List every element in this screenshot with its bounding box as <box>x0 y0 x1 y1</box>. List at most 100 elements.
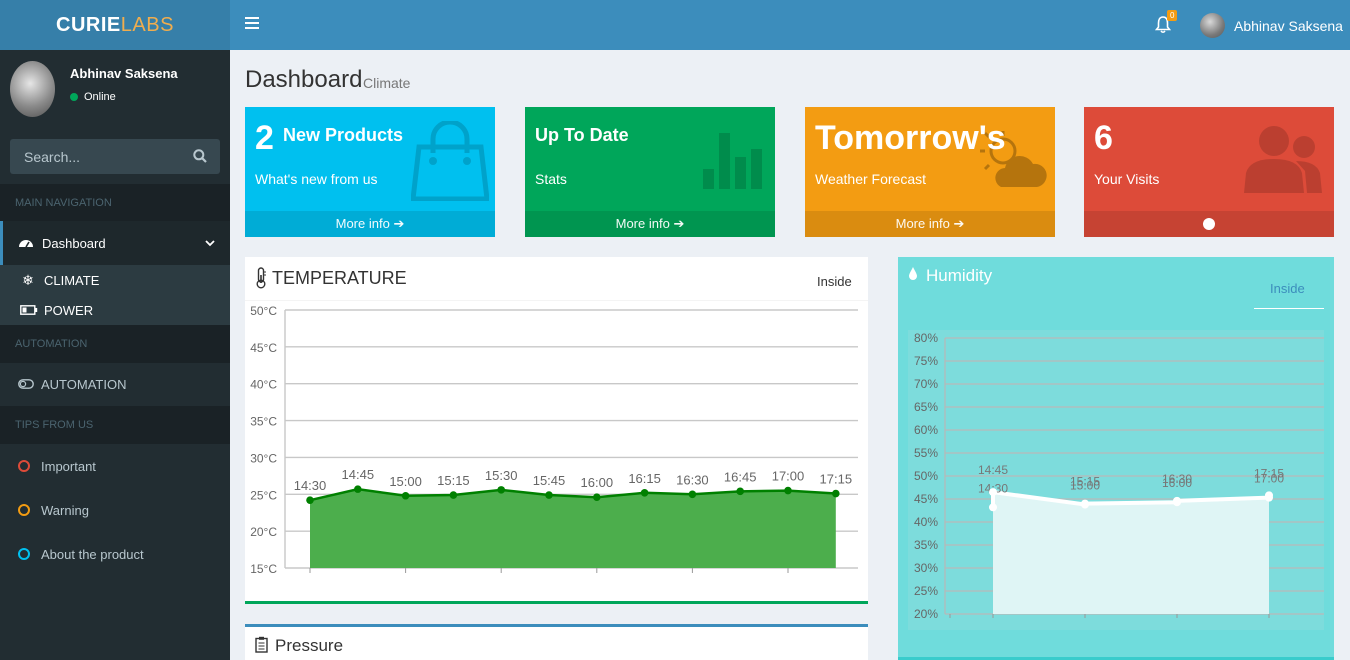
more-info-link[interactable]: More info ➔ <box>805 211 1055 237</box>
arrow-circle-right-icon: ➔ <box>673 216 685 231</box>
y-tick-label: 35% <box>914 538 938 552</box>
y-tick-label: 30% <box>914 561 938 575</box>
data-point <box>989 488 997 497</box>
y-tick-label: 20°C <box>250 525 277 539</box>
data-point <box>545 491 553 499</box>
temperature-chart: 50°C 45°C 40°C 35°C 30°C 25°C 20°C 15°C 14:30 14:… <box>250 304 858 576</box>
data-label: 14:45 <box>342 467 375 482</box>
info-box-title: New Products <box>283 125 404 145</box>
y-tick-label: 75% <box>914 354 938 368</box>
data-point <box>593 493 601 502</box>
circle-icon <box>1203 217 1215 230</box>
y-tick-label: 25°C <box>250 488 277 502</box>
circle-icon <box>18 460 30 472</box>
chevron-down-icon[interactable] <box>205 239 215 247</box>
brand-logo-part1: CURIE <box>56 13 121 36</box>
pressure-card: Pressure <box>245 624 868 660</box>
bar-chart-icon <box>703 133 762 189</box>
sidebar-item-label: AUTOMATION <box>41 376 127 392</box>
data-label: 16:00 <box>581 475 614 490</box>
sidebar-item-important[interactable]: Important <box>0 444 230 488</box>
data-point <box>640 489 649 497</box>
circle-icon <box>18 504 30 516</box>
section-header-automation: AUTOMATION <box>0 325 230 363</box>
toggle-off-icon <box>18 379 34 389</box>
sidebar-item-warning[interactable]: Warning <box>0 488 230 532</box>
humidity-card: Humidity Inside 80% 75% 70% 65% 60% 55% 50% 45%… <box>898 257 1334 660</box>
temperature-area <box>310 489 836 568</box>
brand-logo[interactable]: CURIE LABS <box>0 0 230 50</box>
section-header-main: MAIN NAVIGATION <box>0 184 230 222</box>
data-label: 16:15 <box>628 471 661 486</box>
humidity-chart: 80% 75% 70% 65% 60% 55% 50% 45% 40% 35% 30% 25% 20% 1… <box>914 331 1324 621</box>
y-tick-label: 40% <box>914 515 938 529</box>
info-box-footer <box>1084 211 1334 237</box>
data-label: 16:45 <box>724 469 757 484</box>
y-tick-label: 45°C <box>250 341 277 355</box>
arrow-circle-right-icon: ➔ <box>953 216 965 231</box>
info-box-number: 6 <box>1094 119 1113 157</box>
search-icon[interactable] <box>193 149 207 163</box>
online-dot-icon <box>70 93 78 101</box>
data-label: 15:45 <box>533 473 566 488</box>
data-label: 15:15 <box>437 473 470 488</box>
user-status-label: Online <box>84 91 116 103</box>
data-point <box>449 491 458 499</box>
clipboard-icon <box>255 636 268 653</box>
more-info-label: More info <box>335 216 390 231</box>
y-tick-label: 30°C <box>250 451 277 465</box>
info-box-desc: Weather Forecast <box>815 171 927 187</box>
data-point <box>401 491 410 500</box>
data-label: 15:00 <box>389 474 422 489</box>
info-box-visits: 6 Your Visits <box>1084 107 1334 237</box>
sidebar-item-label: Important <box>41 458 96 474</box>
data-point <box>1173 496 1181 505</box>
data-label: 17:15 <box>1254 466 1284 480</box>
search-input[interactable] <box>10 139 180 174</box>
humidity-area <box>993 492 1269 614</box>
data-label: 14:45 <box>978 463 1008 477</box>
user-menu[interactable]: Abhinav Saksena <box>1200 13 1343 38</box>
more-info-link[interactable]: More info ➔ <box>525 211 775 237</box>
temperature-card: TEMPERATURE Inside 50°C 45°C 40°C 35°C 30°C 2… <box>245 257 868 604</box>
data-label: 17:00 <box>772 469 805 484</box>
sidebar-item-climate[interactable]: ❄ CLIMATE <box>0 265 230 295</box>
notification-count-badge: 0 <box>1167 10 1178 21</box>
sidebar-item-label: Dashboard <box>42 235 106 251</box>
data-point <box>832 489 840 498</box>
data-point <box>736 487 744 496</box>
sidebar: Abhinav Saksena Online MAIN NAVIGATION D… <box>0 50 230 660</box>
battery-icon <box>20 305 38 315</box>
info-box-desc: What's new from us <box>255 171 378 187</box>
info-box-up-to-date: Up To Date Stats More info ➔ <box>525 107 775 237</box>
card-bottom-accent <box>245 601 868 604</box>
y-tick-label: 70% <box>914 377 938 391</box>
info-box-title: Up To Date <box>535 125 629 145</box>
y-tick-label: 60% <box>914 423 938 437</box>
y-tick-label: 45% <box>914 492 938 506</box>
y-tick-label: 80% <box>914 331 938 345</box>
data-point <box>1265 491 1273 500</box>
sidebar-item-power[interactable]: POWER <box>0 295 230 325</box>
sidebar-item-dashboard[interactable]: Dashboard <box>0 221 230 265</box>
data-label: 15:30 <box>485 468 518 483</box>
data-label: 16:30 <box>1162 472 1192 486</box>
dashboard-gauge-icon <box>19 240 33 248</box>
data-point <box>688 490 697 499</box>
header-user-name: Abhinav Saksena <box>1234 17 1343 34</box>
data-label: 16:30 <box>676 472 709 487</box>
y-tick-label: 50% <box>914 469 938 483</box>
sidebar-item-about[interactable]: About the product <box>0 532 230 576</box>
snowflake-icon: ❄ <box>22 271 34 288</box>
sidebar-item-automation[interactable]: AUTOMATION <box>0 362 230 406</box>
info-box-desc: Your Visits <box>1094 171 1160 187</box>
sidebar-item-label: Warning <box>41 502 89 518</box>
data-point <box>784 486 792 495</box>
sidebar-toggle-icon[interactable] <box>245 17 259 33</box>
info-box-title: Tomorrow's <box>815 119 1006 157</box>
y-tick-label: 40°C <box>250 378 277 392</box>
arrow-circle-right-icon: ➔ <box>393 216 405 231</box>
more-info-link[interactable]: More info ➔ <box>245 211 495 237</box>
more-info-label: More info <box>615 216 670 231</box>
data-point <box>1081 499 1089 508</box>
